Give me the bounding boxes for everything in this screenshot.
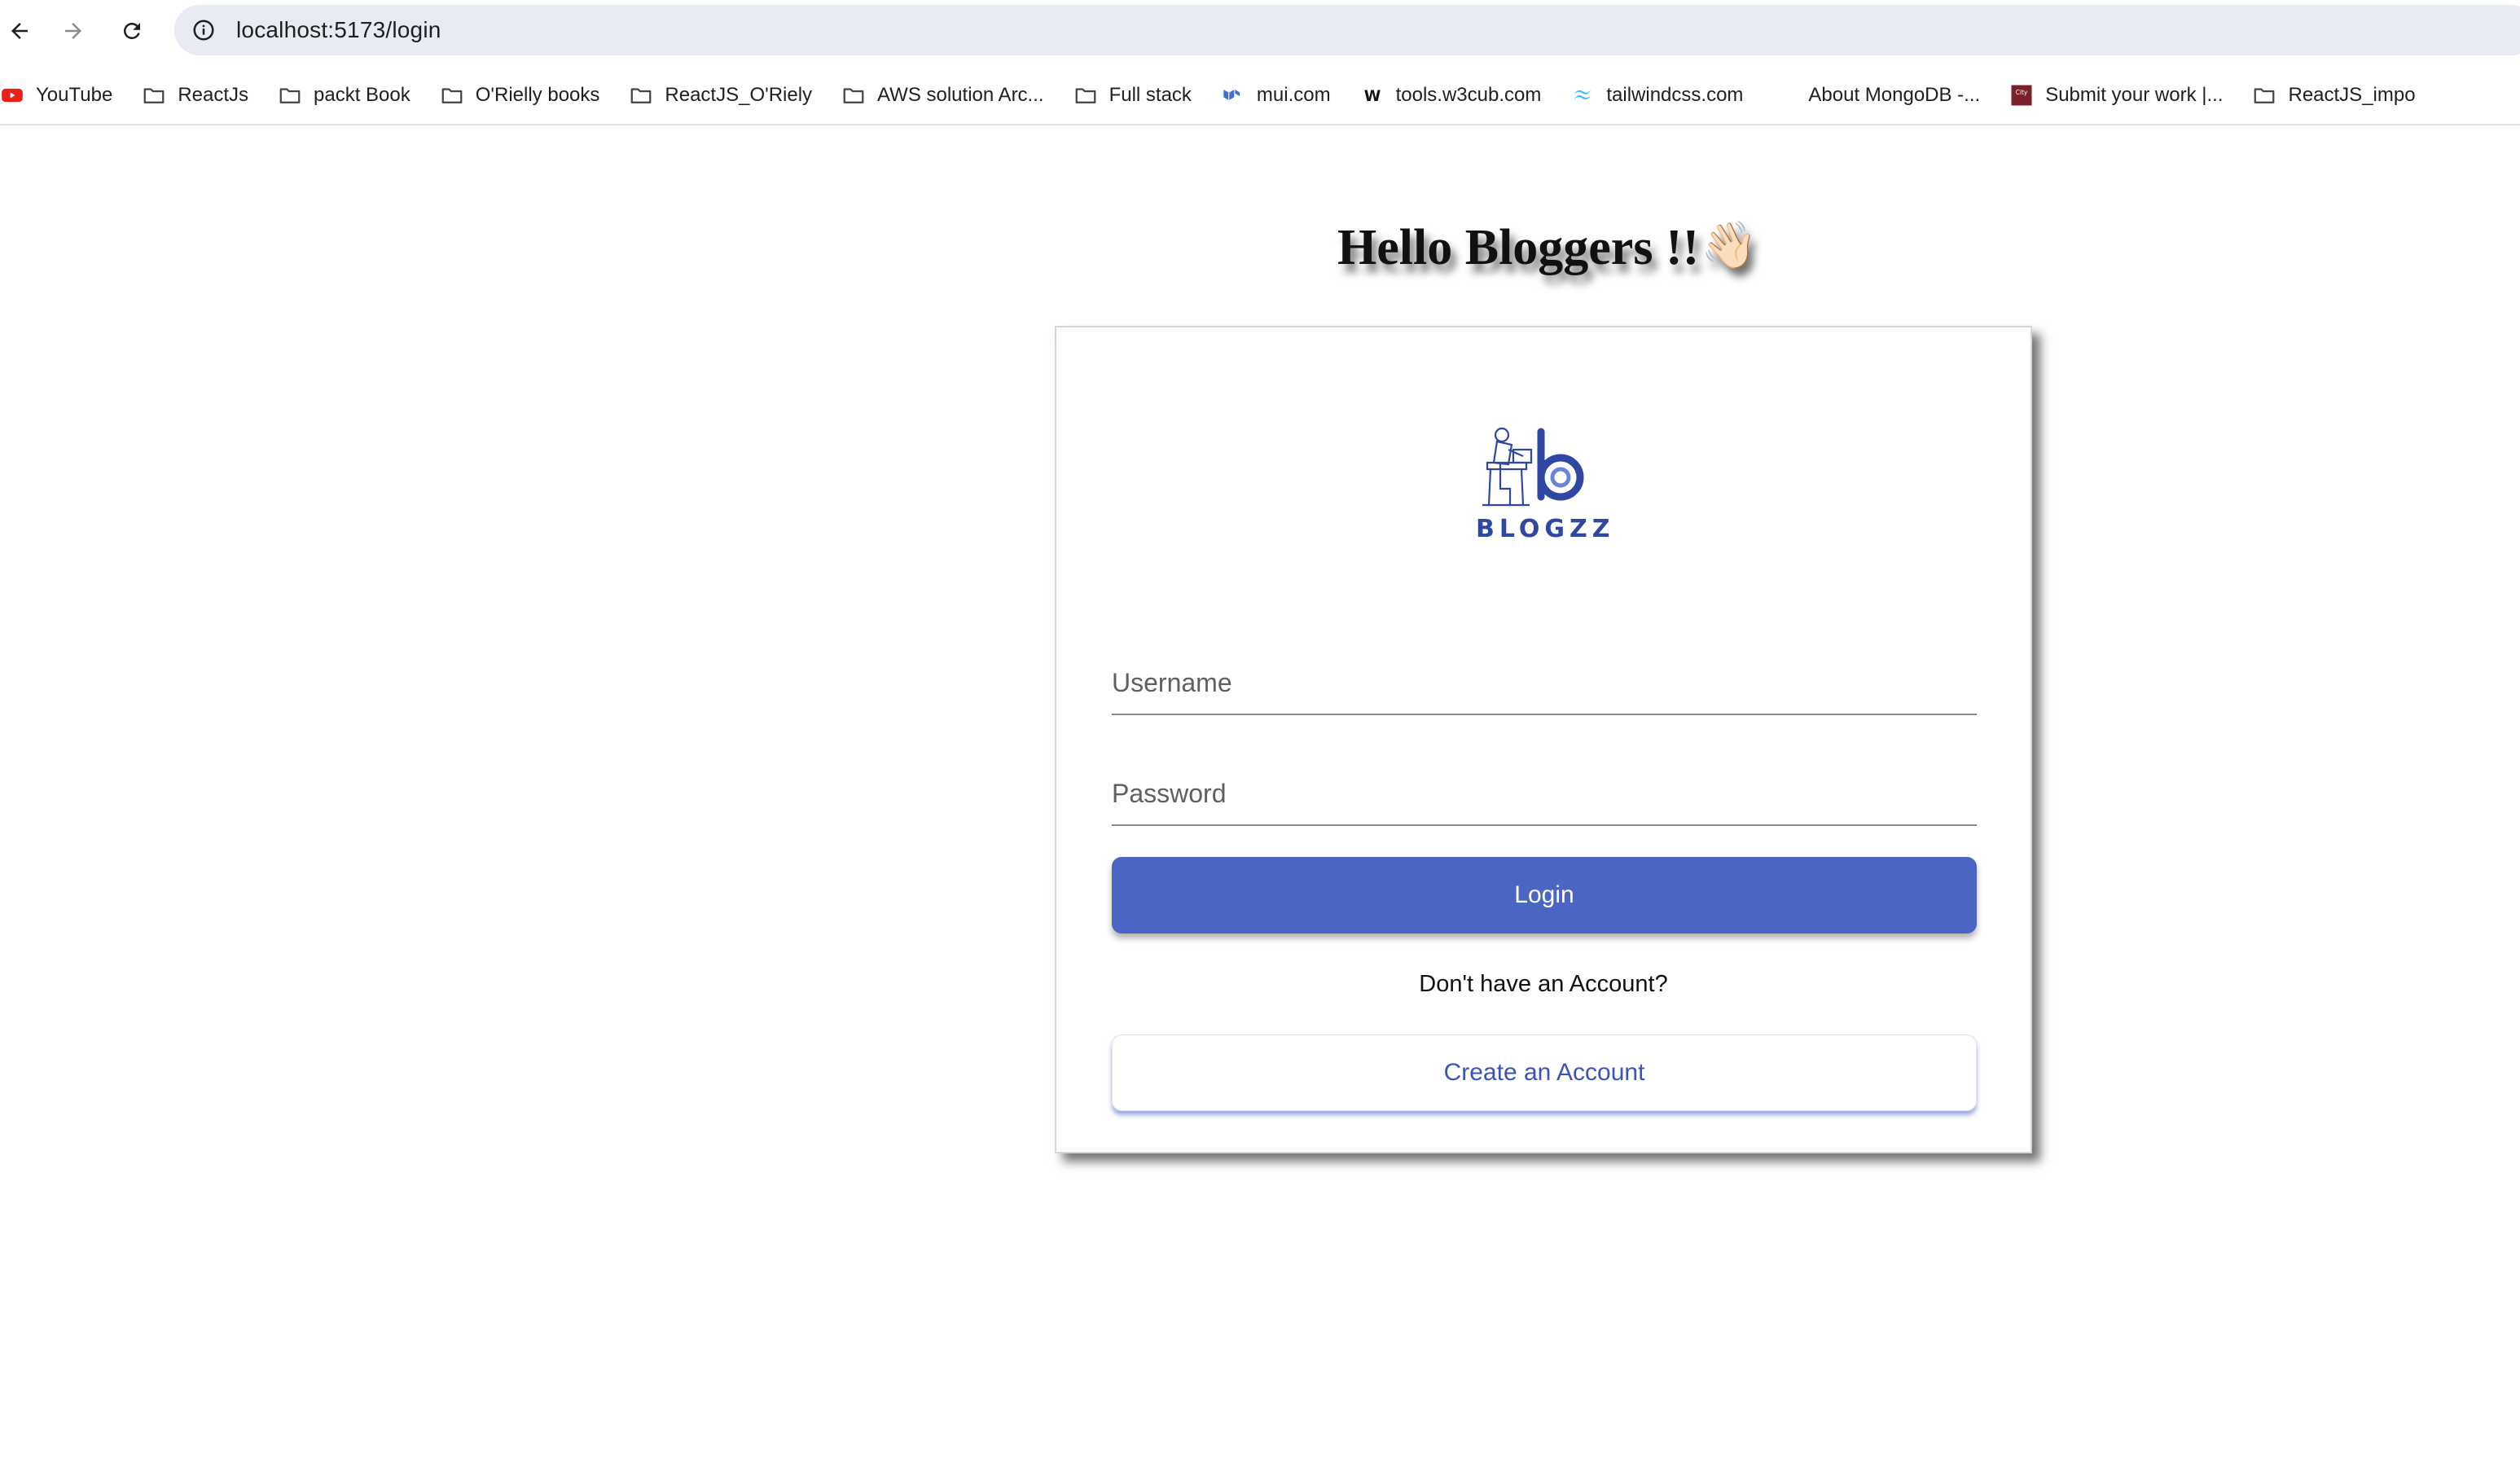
bookmark-label: AWS solution Arc... bbox=[877, 84, 1044, 106]
svg-text:W: W bbox=[1363, 88, 1381, 105]
bookmark-item[interactable]: O'Rielly books bbox=[440, 73, 613, 117]
username-input[interactable] bbox=[1112, 661, 1977, 714]
bookmark-label: Full stack bbox=[1109, 84, 1192, 106]
bookmark-label: tools.w3cub.com bbox=[1395, 84, 1542, 106]
logo-text: BLOGZZ bbox=[1476, 515, 1615, 543]
bookmark-item[interactable]: About MongoDB -... bbox=[1772, 73, 1993, 117]
mui-icon bbox=[1221, 83, 1245, 108]
bookmark-label: packt Book bbox=[314, 84, 410, 106]
bookmark-item[interactable]: AWS solution Arc... bbox=[841, 73, 1057, 117]
tailwind-icon bbox=[1570, 83, 1595, 108]
bookmark-label: ReactJs bbox=[178, 84, 249, 106]
arrow-right-icon bbox=[65, 23, 81, 39]
bookmark-label: About MongoDB -... bbox=[1808, 84, 1981, 106]
login-card: BLOGZZ Login Don't have an Account? Crea… bbox=[1055, 326, 2032, 1153]
folder-icon bbox=[440, 83, 464, 108]
browser-toolbar: localhost:5173/login bbox=[0, 0, 2520, 64]
address-bar[interactable]: localhost:5173/login bbox=[174, 5, 2520, 55]
bookmark-label: YouTube bbox=[36, 84, 113, 106]
bookmark-item[interactable]: Wtools.w3cub.com bbox=[1360, 73, 1555, 117]
bookmark-item[interactable]: mui.com bbox=[1221, 73, 1344, 117]
folder-icon bbox=[841, 83, 866, 108]
w3cub-icon: W bbox=[1360, 83, 1385, 108]
blank-icon bbox=[1772, 83, 1797, 108]
bookmark-label: ReactJS_O'Riely bbox=[665, 84, 813, 106]
arrow-left-icon bbox=[11, 23, 28, 39]
cityu-icon: City bbox=[2009, 83, 2034, 108]
page-heading: Hello Bloggers !!👋🏻 bbox=[1222, 220, 1873, 275]
bookmark-item[interactable]: YouTube bbox=[0, 73, 125, 117]
blogger-illustration-icon bbox=[1482, 427, 1584, 507]
bookmark-item[interactable]: packt Book bbox=[278, 73, 424, 117]
bookmark-item[interactable]: Full stack bbox=[1073, 73, 1205, 117]
bookmark-label: O'Rielly books bbox=[475, 84, 600, 106]
blogzz-logo: BLOGZZ bbox=[1476, 424, 1615, 554]
bookmark-item[interactable]: tailwindcss.com bbox=[1570, 73, 1756, 117]
reload-icon bbox=[123, 22, 140, 39]
folder-icon bbox=[2252, 83, 2276, 108]
bookmark-label: mui.com bbox=[1256, 84, 1331, 106]
site-info-icon[interactable] bbox=[187, 14, 220, 46]
reload-button[interactable] bbox=[112, 11, 151, 51]
svg-text:City: City bbox=[2016, 89, 2028, 96]
waving-hand-icon: 👋🏻 bbox=[1701, 221, 1758, 271]
create-account-button[interactable]: Create an Account bbox=[1112, 1035, 1977, 1111]
bookmarks-bar: YouTube ReactJs packt Book O'Rielly books Re… bbox=[0, 73, 2520, 117]
bookmark-item[interactable]: ReactJs bbox=[142, 73, 261, 117]
login-button[interactable]: Login bbox=[1112, 857, 1977, 933]
bookmark-item[interactable]: ReactJS_impo bbox=[2252, 73, 2428, 117]
bookmark-label: ReactJS_impo bbox=[2288, 84, 2416, 106]
bookmark-item[interactable]: City Submit your work |... bbox=[2009, 73, 2236, 117]
bookmark-label: tailwindcss.com bbox=[1606, 84, 1744, 106]
page-heading-text: Hello Bloggers !! bbox=[1337, 220, 1700, 275]
password-input[interactable] bbox=[1112, 772, 1977, 824]
username-field[interactable] bbox=[1112, 650, 1977, 715]
folder-icon bbox=[278, 83, 302, 108]
youtube-icon bbox=[0, 83, 24, 108]
bookmark-label: Submit your work |... bbox=[2045, 84, 2224, 106]
forward-button[interactable] bbox=[54, 11, 93, 51]
folder-icon bbox=[1073, 83, 1098, 108]
back-button[interactable] bbox=[0, 11, 39, 51]
folder-icon bbox=[629, 83, 653, 108]
no-account-text: Don't have an Account? bbox=[1419, 971, 1668, 997]
bookmark-item[interactable]: ReactJS_O'Riely bbox=[629, 73, 825, 117]
url-text[interactable]: localhost:5173/login bbox=[236, 17, 441, 43]
folder-icon bbox=[142, 83, 166, 108]
password-field[interactable] bbox=[1112, 761, 1977, 826]
chrome-divider bbox=[0, 124, 2520, 125]
